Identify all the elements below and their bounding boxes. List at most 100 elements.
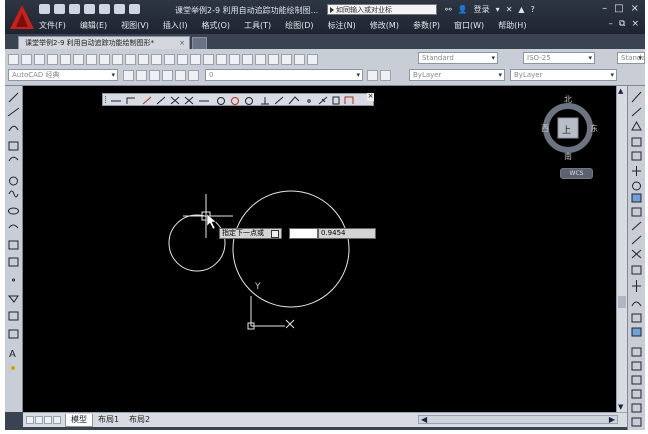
- pan-icon[interactable]: [177, 53, 188, 65]
- first-layout-icon[interactable]: [26, 416, 34, 424]
- menu-modify[interactable]: 修改(M): [370, 20, 399, 31]
- print-icon[interactable]: [99, 4, 110, 14]
- make-current-icon[interactable]: [367, 69, 378, 81]
- compass-south[interactable]: 南: [564, 151, 572, 162]
- toolbar-close-icon[interactable]: ×: [367, 93, 374, 101]
- tab-close-icon[interactable]: ×: [179, 37, 185, 49]
- vertical-scroll-thumb[interactable]: [618, 296, 626, 308]
- help-icon[interactable]: ?: [531, 5, 535, 14]
- doc-minimize-icon[interactable]: –: [609, 19, 614, 29]
- properties-icon[interactable]: [229, 53, 240, 65]
- exchange-icon[interactable]: ✕: [506, 5, 513, 14]
- tab-model[interactable]: 模型: [65, 414, 93, 427]
- scroll-left-icon[interactable]: ◀: [421, 415, 427, 424]
- prompt-options-icon[interactable]: [271, 230, 279, 238]
- design-center-icon[interactable]: [242, 53, 253, 65]
- large-circle[interactable]: [232, 190, 350, 308]
- layer-state-icon[interactable]: [149, 69, 160, 81]
- menu-parametric[interactable]: 参数(P): [413, 20, 440, 31]
- bulb-icon[interactable]: [162, 69, 173, 81]
- layer-manager-icon[interactable]: [136, 69, 147, 81]
- zoom-previous-icon[interactable]: [216, 53, 227, 65]
- zoom-window-icon[interactable]: [203, 53, 214, 65]
- dim-style-select[interactable]: ISO-25: [523, 52, 595, 64]
- autodesk-icon[interactable]: ▲: [518, 5, 524, 14]
- menu-draw[interactable]: 绘图(D): [285, 20, 313, 31]
- sheet-set-icon[interactable]: [268, 53, 279, 65]
- calculator-icon[interactable]: [294, 53, 305, 65]
- menu-edit[interactable]: 编辑(E): [80, 20, 107, 31]
- document-tab[interactable]: 课堂举例2-9 利用自动追踪功能绘制图形* ×: [18, 36, 190, 49]
- workspace-settings-icon[interactable]: [123, 69, 134, 81]
- undo-tool-icon[interactable]: [151, 53, 162, 65]
- tab-layout1[interactable]: 布局1: [93, 414, 124, 426]
- menu-file[interactable]: 文件(F): [39, 20, 66, 31]
- block-editor-icon[interactable]: [138, 53, 149, 65]
- table-style-select[interactable]: Standa: [617, 52, 645, 64]
- wcs-menu[interactable]: WCS: [560, 168, 593, 179]
- menu-dimension[interactable]: 标注(N): [328, 20, 356, 31]
- scroll-up-icon[interactable]: ▲: [618, 87, 623, 95]
- restore-icon[interactable]: □: [614, 3, 623, 14]
- workspace-select[interactable]: AutoCAD 经典: [8, 69, 118, 81]
- doc-restore-icon[interactable]: ⧉: [619, 19, 625, 29]
- dynamic-input-value[interactable]: 0.9454: [318, 228, 376, 239]
- text-style-select[interactable]: Standard: [418, 52, 498, 64]
- match-properties-icon[interactable]: [125, 53, 136, 65]
- compass-west[interactable]: 西: [541, 123, 549, 134]
- cut-icon[interactable]: [86, 53, 97, 65]
- last-layout-icon[interactable]: [53, 416, 61, 424]
- layer-select[interactable]: 0: [205, 69, 363, 81]
- app-logo-icon[interactable]: [8, 3, 36, 31]
- login-link[interactable]: 登录: [474, 4, 490, 15]
- next-layout-icon[interactable]: [44, 416, 52, 424]
- new-file-icon[interactable]: [39, 4, 50, 14]
- zoom-realtime-icon[interactable]: [190, 53, 201, 65]
- compass-east[interactable]: 东: [590, 123, 598, 134]
- menu-window[interactable]: 窗口(W): [454, 20, 484, 31]
- dynamic-input-field[interactable]: [289, 228, 318, 239]
- open-icon[interactable]: [21, 53, 32, 65]
- user-icon[interactable]: 👤: [458, 5, 468, 14]
- lock-icon[interactable]: [188, 69, 199, 81]
- new-icon[interactable]: [8, 53, 19, 65]
- menu-tools[interactable]: 工具(T): [244, 20, 271, 31]
- linetype-select[interactable]: ByLayer: [510, 69, 617, 81]
- menu-insert[interactable]: 插入(I): [163, 20, 188, 31]
- plot-icon[interactable]: [47, 53, 58, 65]
- redo-tool-icon[interactable]: [164, 53, 175, 65]
- login-dropdown-icon[interactable]: ▾: [496, 5, 500, 14]
- doc-close-icon[interactable]: ×: [631, 19, 639, 29]
- scroll-right-icon[interactable]: ▶: [609, 415, 615, 424]
- tool-palettes-icon[interactable]: [255, 53, 266, 65]
- minimize-icon[interactable]: –: [602, 3, 607, 14]
- prev-layout-icon[interactable]: [35, 416, 43, 424]
- open-file-icon[interactable]: [54, 4, 65, 14]
- binoculars-icon[interactable]: ⚯: [445, 5, 452, 14]
- color-select[interactable]: ByLayer: [409, 69, 505, 81]
- publish-icon[interactable]: [73, 53, 84, 65]
- plot-preview-icon[interactable]: [60, 53, 71, 65]
- close-icon[interactable]: ×: [631, 3, 639, 14]
- compass-north[interactable]: 北: [564, 94, 572, 105]
- small-circle[interactable]: [168, 214, 226, 272]
- save-as-icon[interactable]: [84, 4, 95, 14]
- help-tool-icon[interactable]: [307, 53, 318, 65]
- horizontal-scrollbar[interactable]: ◀ ▶: [418, 415, 618, 424]
- copy-icon[interactable]: [99, 53, 110, 65]
- scroll-down-icon[interactable]: ▼: [618, 403, 623, 411]
- menu-view[interactable]: 视图(V): [121, 20, 149, 31]
- layer-previous-icon[interactable]: [380, 69, 391, 81]
- save-tool-icon[interactable]: [34, 53, 45, 65]
- save-icon[interactable]: [69, 4, 80, 14]
- paste-icon[interactable]: [112, 53, 123, 65]
- undo-icon[interactable]: [114, 4, 125, 14]
- sun-icon[interactable]: [175, 69, 186, 81]
- markup-icon[interactable]: [281, 53, 292, 65]
- menu-format[interactable]: 格式(O): [201, 20, 230, 31]
- tab-layout2[interactable]: 布局2: [124, 414, 155, 426]
- menu-help[interactable]: 帮助(H): [498, 20, 526, 31]
- drawing-canvas[interactable]: Y 上 北 南 西 东 WCS × 指定下一点或 0.9454: [23, 86, 616, 412]
- search-input[interactable]: 如同输入或对业标: [327, 4, 437, 15]
- redo-icon[interactable]: [129, 4, 140, 14]
